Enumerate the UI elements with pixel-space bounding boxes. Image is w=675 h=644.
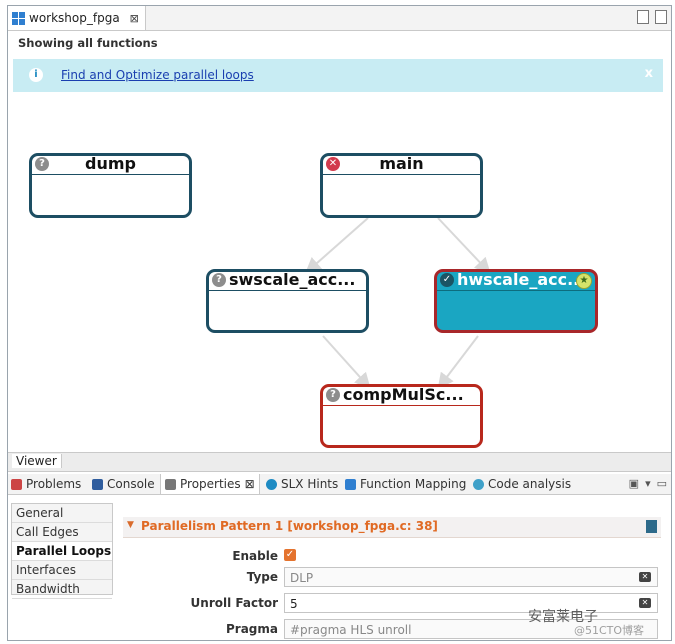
node-dump[interactable]: ? dump xyxy=(29,153,192,218)
view-menu-icon[interactable]: ▾ xyxy=(645,477,651,490)
unroll-factor-label: Unroll Factor xyxy=(190,596,278,610)
close-banner-icon[interactable]: x xyxy=(645,66,653,81)
edge-main-swscale xyxy=(305,217,369,274)
graph-file-icon xyxy=(12,11,25,25)
pragma-label: Pragma xyxy=(225,622,278,636)
document-icon[interactable] xyxy=(646,520,657,533)
tab-label: Code analysis xyxy=(488,477,572,491)
type-row: Type DLP ✕ xyxy=(118,567,661,589)
tab-problems[interactable]: Problems xyxy=(11,474,81,494)
editor-tab-title: workshop_fpga xyxy=(29,11,120,25)
close-tab-icon[interactable]: ⊠ xyxy=(130,12,139,25)
clear-icon[interactable]: ✕ xyxy=(639,572,651,582)
edge-swscale-compmul xyxy=(322,335,371,389)
unroll-factor-field[interactable]: 5 ✕ xyxy=(284,593,658,613)
mapping-icon xyxy=(345,478,356,490)
panel-controls: ▣ ▾ ▭ xyxy=(629,477,667,490)
tab-label: Properties xyxy=(180,477,241,491)
category-interfaces[interactable]: Interfaces xyxy=(12,561,112,580)
close-tab-icon[interactable]: ⊠ xyxy=(245,477,255,491)
category-bandwidth[interactable]: Bandwidth xyxy=(12,580,112,599)
type-field[interactable]: DLP ✕ xyxy=(284,567,658,587)
unknown-status-icon: ? xyxy=(326,388,340,402)
minimize-icon[interactable]: ▭ xyxy=(657,477,667,490)
tab-console[interactable]: Console xyxy=(92,474,155,494)
type-label: Type xyxy=(246,570,278,584)
node-main[interactable]: ✕ main xyxy=(320,153,483,218)
showing-label: Showing all functions xyxy=(18,36,158,50)
tab-slx-hints[interactable]: SLX Hints xyxy=(266,474,338,494)
clear-icon[interactable]: ✕ xyxy=(639,598,651,608)
unknown-status-icon: ? xyxy=(212,273,226,287)
edge-hwscale-compmul xyxy=(437,335,479,390)
section-title: Parallelism Pattern 1 [workshop_fpga.c: … xyxy=(141,519,438,533)
info-icon: i xyxy=(29,68,43,82)
maximize-icon[interactable] xyxy=(655,10,667,24)
pragma-value: #pragma HLS unroll xyxy=(290,623,412,637)
node-swscale[interactable]: ? swscale_acc... xyxy=(206,269,369,333)
node-title: swscale_acc... xyxy=(229,270,356,289)
category-parallel-loops[interactable]: Parallel Loops xyxy=(12,542,112,561)
category-call-edges[interactable]: Call Edges xyxy=(12,523,112,542)
node-title: compMulSc... xyxy=(343,385,464,404)
call-graph: ? dump ✕ main ? swscale_acc... ✓ hwscale… xyxy=(8,96,671,448)
node-title: hwscale_acc... xyxy=(457,270,586,289)
panel-tab-bar: Problems Console Properties ⊠ SLX Hints … xyxy=(8,474,671,495)
problems-icon xyxy=(11,478,22,490)
tab-label: Console xyxy=(107,477,155,491)
node-title: main xyxy=(379,154,424,173)
checkmark-status-icon: ✓ xyxy=(440,273,454,287)
star-icon: ★ xyxy=(576,273,592,289)
watermark-sub: @51CTO博客 xyxy=(574,624,645,637)
analysis-icon xyxy=(473,478,484,490)
editor-tab-bar: workshop_fpga ⊠ xyxy=(8,6,671,31)
viewer-tab-bar: Viewer xyxy=(8,452,671,472)
enable-row: Enable ✓ xyxy=(118,546,661,568)
node-title: dump xyxy=(85,154,136,173)
hints-icon xyxy=(266,478,277,490)
tab-label: Function Mapping xyxy=(360,477,467,491)
tab-code-analysis[interactable]: Code analysis xyxy=(473,474,571,494)
tab-label: Problems xyxy=(26,477,82,491)
tab-properties[interactable]: Properties ⊠ xyxy=(160,474,260,494)
type-value: DLP xyxy=(290,571,314,585)
collapse-arrow-icon[interactable]: ▼ xyxy=(127,520,134,530)
property-category-list: General Call Edges Parallel Loops Interf… xyxy=(11,503,113,599)
parallelism-pattern-section[interactable]: ▼ Parallelism Pattern 1 [workshop_fpga.c… xyxy=(123,517,661,538)
console-icon xyxy=(92,478,103,490)
main-window: workshop_fpga ⊠ Showing all functions i … xyxy=(7,5,672,641)
tab-function-mapping[interactable]: Function Mapping xyxy=(345,474,466,494)
properties-icon xyxy=(165,478,176,490)
tab-label: SLX Hints xyxy=(281,477,339,491)
info-banner: i Find and Optimize parallel loops x xyxy=(13,59,663,92)
node-compmul[interactable]: ? compMulSc... xyxy=(320,384,483,448)
minimize-icon[interactable] xyxy=(637,10,649,24)
edge-main-hwscale xyxy=(437,217,491,274)
window-controls xyxy=(637,10,667,24)
category-general[interactable]: General xyxy=(12,504,112,523)
unroll-factor-value: 5 xyxy=(290,597,298,611)
node-hwscale[interactable]: ✓ hwscale_acc... ★ xyxy=(434,269,598,333)
editor-tab[interactable]: workshop_fpga ⊠ xyxy=(8,6,146,30)
enable-checkbox[interactable]: ✓ xyxy=(284,549,296,561)
viewer-tab[interactable]: Viewer xyxy=(12,454,62,468)
find-optimize-link[interactable]: Find and Optimize parallel loops xyxy=(61,68,254,82)
enable-label: Enable xyxy=(232,549,278,563)
open-view-icon[interactable]: ▣ xyxy=(629,477,639,490)
